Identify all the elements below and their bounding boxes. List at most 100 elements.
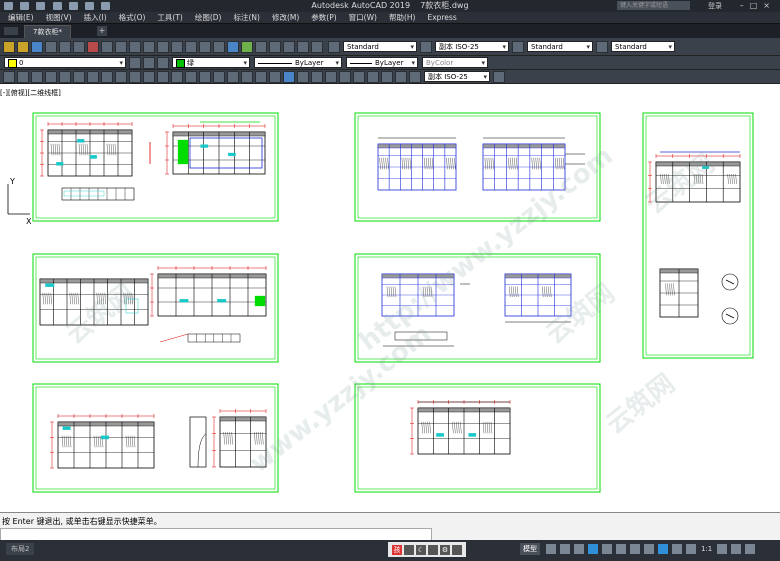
menu-item-10[interactable]: 帮助(H) bbox=[383, 12, 422, 24]
copy-icon[interactable] bbox=[101, 40, 113, 53]
isodraft-icon[interactable] bbox=[616, 544, 626, 554]
menu-item-5[interactable]: 绘图(D) bbox=[189, 12, 228, 24]
zoom-realtime-icon[interactable] bbox=[185, 40, 197, 53]
plot-style-select[interactable]: ByColor bbox=[422, 57, 488, 69]
gradient-icon[interactable] bbox=[395, 70, 407, 83]
space-icon[interactable] bbox=[157, 70, 169, 83]
aligned-dim-icon[interactable] bbox=[17, 70, 29, 83]
snap-icon[interactable] bbox=[560, 544, 570, 554]
close-icon[interactable]: × bbox=[763, 1, 776, 10]
selection-cycling-icon[interactable] bbox=[658, 544, 668, 554]
preview-icon[interactable] bbox=[59, 40, 71, 53]
dim-edit-icon[interactable] bbox=[241, 70, 253, 83]
wrench-icon[interactable] bbox=[452, 544, 462, 555]
polar-icon[interactable] bbox=[588, 544, 598, 554]
grid-icon[interactable] bbox=[546, 544, 556, 554]
chevron-down-icon[interactable] bbox=[602, 544, 612, 554]
gear-icon[interactable]: ⚙ bbox=[440, 544, 450, 555]
diameter-icon[interactable] bbox=[87, 70, 99, 83]
menu-item-1[interactable]: 视图(V) bbox=[40, 12, 78, 24]
menu-item-7[interactable]: 修改(M) bbox=[266, 12, 305, 24]
dim-style-select-2[interactable]: 副本 ISO-25 bbox=[424, 71, 490, 83]
text-style-icon[interactable] bbox=[328, 40, 340, 53]
text-style-select[interactable]: Standard bbox=[343, 41, 417, 53]
text-tool-icon[interactable]: 孩 bbox=[392, 544, 402, 555]
sheet-set-icon[interactable] bbox=[269, 40, 281, 53]
open-icon[interactable] bbox=[17, 40, 29, 53]
menu-item-6[interactable]: 标注(N) bbox=[228, 12, 266, 24]
multileader-style-select[interactable]: Standard bbox=[611, 41, 675, 53]
cut-icon[interactable] bbox=[87, 40, 99, 53]
auto-scale-icon[interactable] bbox=[686, 544, 696, 554]
mtext-icon[interactable] bbox=[297, 70, 309, 83]
menu-item-9[interactable]: 窗口(W) bbox=[343, 12, 383, 24]
tab-document[interactable]: 7款衣柜* bbox=[24, 25, 71, 38]
drawing-area[interactable]: [-][俯视][二维线框] YX 云筑网 http://www.yzzjy.com… bbox=[0, 84, 780, 512]
plus-icon[interactable] bbox=[731, 544, 742, 554]
tool-palettes-icon[interactable] bbox=[255, 40, 267, 53]
new-icon[interactable] bbox=[3, 40, 15, 53]
ordinate-icon[interactable] bbox=[45, 70, 57, 83]
properties-icon[interactable] bbox=[227, 40, 239, 53]
menu-item-0[interactable]: 编辑(E) bbox=[2, 12, 40, 24]
table-icon[interactable] bbox=[367, 70, 379, 83]
redo-icon[interactable] bbox=[157, 40, 169, 53]
quick-dim-icon[interactable] bbox=[115, 70, 127, 83]
moon-icon[interactable]: ☾ bbox=[416, 544, 426, 555]
color-select[interactable]: 绿 bbox=[172, 57, 250, 69]
object-snap-icon[interactable] bbox=[630, 544, 640, 554]
jogged-icon[interactable] bbox=[73, 70, 85, 83]
center-mark-icon[interactable] bbox=[199, 70, 211, 83]
plot-icon[interactable] bbox=[45, 40, 57, 53]
start-tab[interactable] bbox=[4, 27, 18, 35]
menu-item-2[interactable]: 插入(I) bbox=[78, 12, 113, 24]
table-style-icon[interactable] bbox=[512, 40, 524, 53]
layer-properties-icon[interactable] bbox=[129, 56, 141, 69]
markup-icon[interactable] bbox=[283, 40, 295, 53]
lineweight-icon[interactable] bbox=[644, 544, 654, 554]
ortho-icon[interactable] bbox=[574, 544, 584, 554]
break-icon[interactable] bbox=[171, 70, 183, 83]
customize-icon[interactable] bbox=[745, 544, 756, 554]
model-button[interactable]: 模型 bbox=[520, 543, 540, 555]
calculator-icon[interactable] bbox=[297, 40, 309, 53]
search-input[interactable]: 键入关键字或短语 bbox=[617, 1, 690, 10]
login-button[interactable]: 登录 bbox=[708, 0, 722, 12]
multileader-style-icon[interactable] bbox=[596, 40, 608, 53]
angular-icon[interactable] bbox=[101, 70, 113, 83]
linear-dim-icon[interactable] bbox=[3, 70, 15, 83]
hatch-icon[interactable] bbox=[339, 70, 351, 83]
pan-icon[interactable] bbox=[171, 40, 183, 53]
baseline-icon[interactable] bbox=[129, 70, 141, 83]
continue-icon[interactable] bbox=[143, 70, 155, 83]
tool-icon-4[interactable] bbox=[428, 544, 438, 555]
paste-icon[interactable] bbox=[115, 40, 127, 53]
layer-previous-icon[interactable] bbox=[157, 56, 169, 69]
menu-item-3[interactable]: 格式(O) bbox=[113, 12, 152, 24]
menu-item-8[interactable]: 参数(P) bbox=[305, 12, 342, 24]
tolerance-icon[interactable] bbox=[185, 70, 197, 83]
dim-style-icon[interactable] bbox=[420, 40, 432, 53]
viewport-label[interactable]: [-][俯视][二维线框] bbox=[0, 88, 61, 98]
insert-icon[interactable] bbox=[325, 70, 337, 83]
dim-update-icon[interactable] bbox=[269, 70, 281, 83]
lineweight-select[interactable]: ByLayer bbox=[346, 57, 418, 69]
new-tab-button[interactable]: + bbox=[97, 26, 107, 36]
publish-icon[interactable] bbox=[73, 40, 85, 53]
inspect-icon[interactable] bbox=[213, 70, 225, 83]
make-current-icon[interactable] bbox=[143, 56, 155, 69]
match-properties-icon[interactable] bbox=[129, 40, 141, 53]
menu-item-4[interactable]: 工具(T) bbox=[151, 12, 188, 24]
annotation-icon[interactable] bbox=[672, 544, 682, 554]
help-icon[interactable] bbox=[311, 40, 323, 53]
save-icon[interactable] bbox=[31, 40, 43, 53]
linetype-select[interactable]: ByLayer bbox=[254, 57, 342, 69]
region-icon[interactable] bbox=[353, 70, 365, 83]
zoom-previous-icon[interactable] bbox=[213, 40, 225, 53]
point-icon[interactable] bbox=[381, 70, 393, 83]
tool-icon-2[interactable] bbox=[404, 544, 414, 555]
dim-style-select[interactable]: 副本 ISO-25 bbox=[435, 41, 509, 53]
block-icon[interactable] bbox=[311, 70, 323, 83]
maximize-icon[interactable]: □ bbox=[750, 1, 764, 10]
tab-layout2[interactable]: 布局2 bbox=[6, 543, 35, 555]
